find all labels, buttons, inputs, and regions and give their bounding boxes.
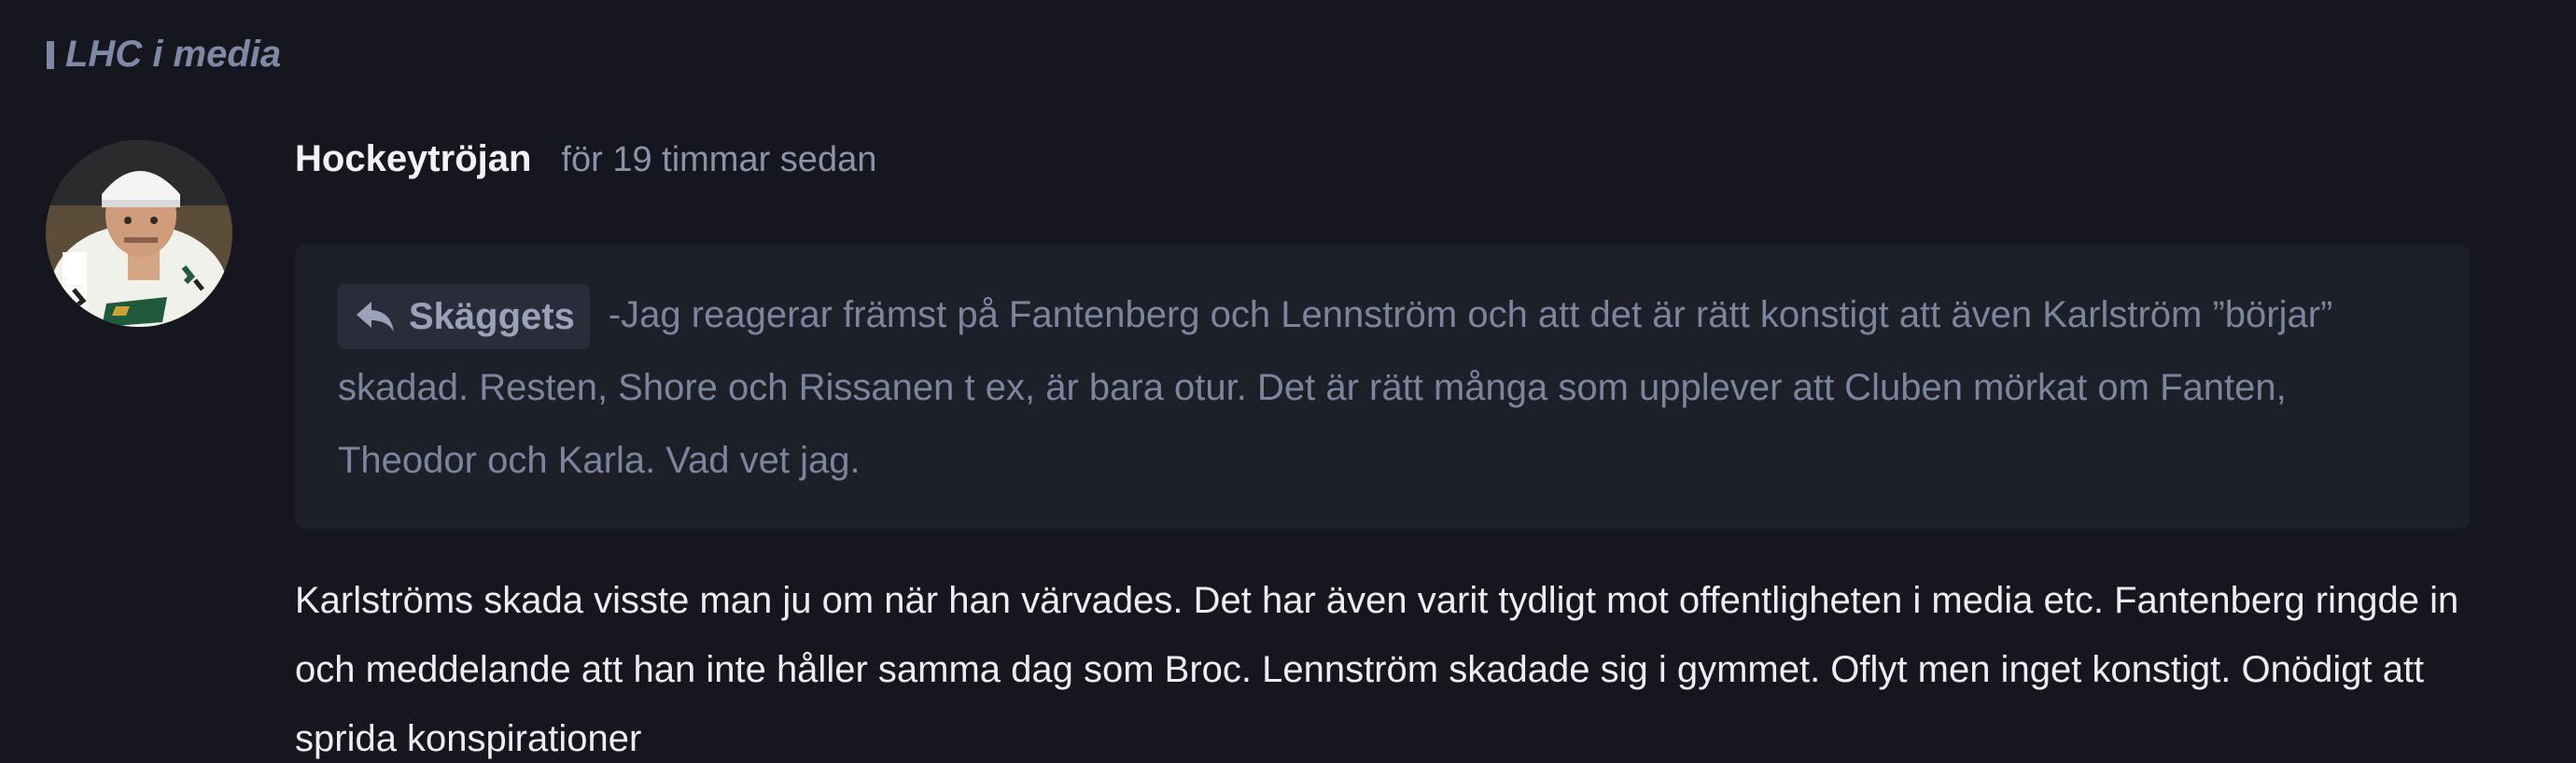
quote-source-label: Skäggets: [409, 296, 575, 338]
hockey-player-avatar: [46, 140, 232, 327]
post-timestamp[interactable]: för 19 timmar sedan: [561, 140, 876, 180]
post-body: Karlströms skada visste man ju om när ha…: [295, 580, 2459, 759]
author-avatar[interactable]: [46, 140, 232, 327]
topic-label: LHC i media: [65, 34, 282, 75]
post-header: Hockeytröjan för 19 timmar sedan: [295, 138, 2470, 204]
forum-post: Hockeytröjan för 19 timmar sedan Skägget…: [295, 138, 2470, 763]
author-name[interactable]: Hockeytröjan: [295, 138, 531, 180]
quote-source-link[interactable]: Skäggets: [338, 284, 590, 350]
forum-post-page: LHC i media Hockeytröjan för 19 timmar s…: [0, 0, 2576, 763]
quote-text: -Jag reagerar främst på Fantenberg och L…: [338, 294, 2333, 481]
topic-marker: [47, 40, 54, 69]
topic-link[interactable]: LHC i media: [47, 34, 281, 76]
quoted-reply: Skäggets -Jag reagerar främst på Fantenb…: [295, 245, 2470, 529]
reply-arrow-icon: [357, 302, 394, 332]
